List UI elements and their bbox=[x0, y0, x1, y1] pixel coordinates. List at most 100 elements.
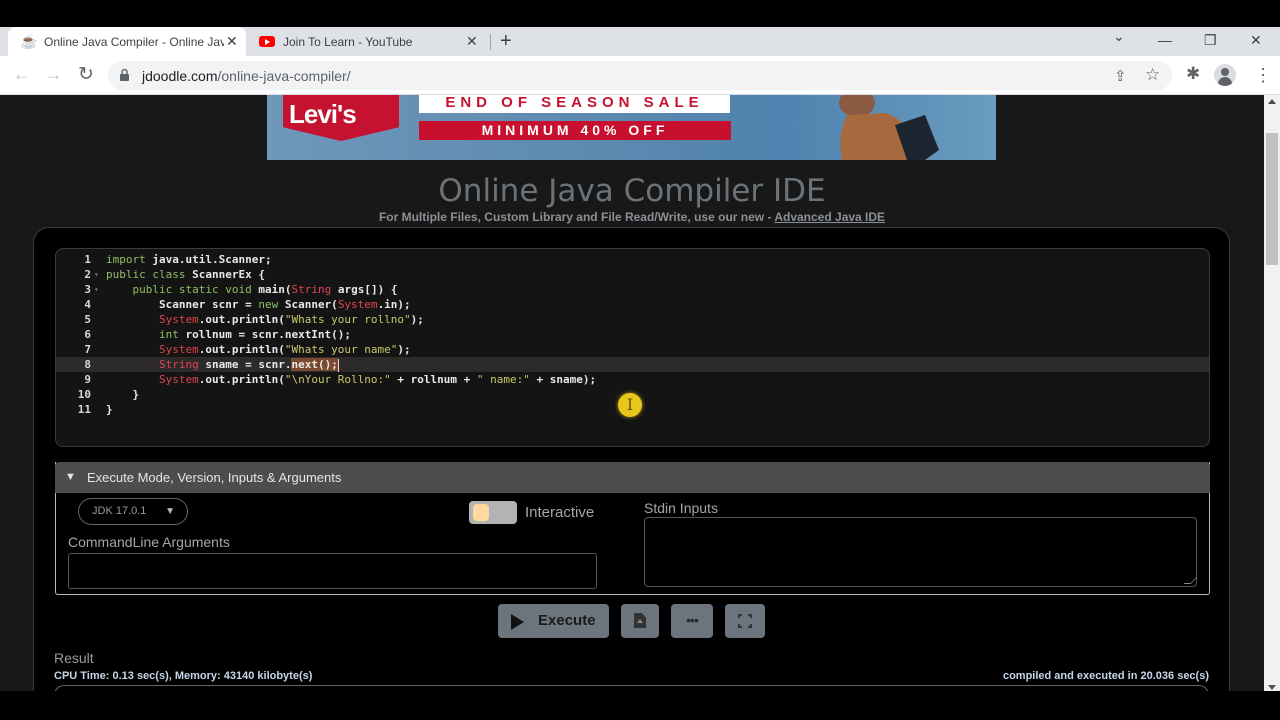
jdk-version-select[interactable]: JDK 17.0.1 ▼ bbox=[78, 498, 188, 525]
code-text: String sname = scnr.next(); bbox=[158, 358, 339, 372]
chevron-down-icon: ▼ bbox=[165, 506, 175, 517]
close-window-button[interactable]: ✕ bbox=[1250, 32, 1262, 49]
levis-ad-banner[interactable]: Levi's END OF SEASON SALE MINIMUM 40% OF… bbox=[267, 95, 996, 160]
code-line[interactable]: 7 System.out.println("Whats your name"); bbox=[56, 342, 1209, 357]
cpu-memory-stats: CPU Time: 0.13 sec(s), Memory: 43140 kil… bbox=[54, 670, 313, 682]
ad-headline: END OF SEASON SALE bbox=[419, 95, 730, 113]
restore-button[interactable]: ❐ bbox=[1204, 32, 1217, 49]
code-line[interactable]: 8 String sname = scnr.next(); bbox=[56, 357, 1209, 372]
levis-logo-text: Levi's bbox=[289, 99, 357, 129]
code-text: public class ScannerEx { bbox=[106, 268, 265, 281]
scroll-up-arrow-icon[interactable] bbox=[1268, 99, 1276, 104]
line-number: 4 bbox=[84, 298, 91, 311]
play-icon bbox=[511, 614, 524, 630]
line-number: 8 bbox=[84, 358, 91, 371]
execution-time: compiled and executed in 20.036 sec(s) bbox=[1002, 670, 1209, 682]
code-text: System.out.println("\nYour Rollno:" + ro… bbox=[158, 373, 597, 386]
code-line[interactable]: 9 System.out.println("\nYour Rollno:" + … bbox=[56, 372, 1209, 387]
minimize-button[interactable]: — bbox=[1158, 32, 1172, 48]
tab-title: Online Java Compiler - Online Jav bbox=[44, 34, 224, 49]
tab-search-icon[interactable]: ⌄ bbox=[1113, 28, 1125, 45]
url-path: /online-java-compiler/ bbox=[217, 68, 351, 84]
interactive-mode-toggle[interactable] bbox=[469, 501, 517, 524]
code-text: } bbox=[106, 388, 140, 401]
code-line[interactable]: 5 System.out.println("Whats your rollno"… bbox=[56, 312, 1209, 327]
scroll-down-arrow-icon[interactable] bbox=[1268, 685, 1276, 690]
line-number: 7 bbox=[84, 343, 91, 356]
fullscreen-button[interactable] bbox=[725, 604, 765, 638]
ad-model-image bbox=[839, 95, 939, 160]
close-tab-icon[interactable]: ✕ bbox=[226, 33, 238, 50]
commandline-arguments-input[interactable] bbox=[68, 553, 597, 589]
close-tab-icon[interactable]: ✕ bbox=[466, 33, 478, 50]
stdin-inputs-textarea[interactable] bbox=[644, 517, 1198, 587]
execute-options-title: Execute Mode, Version, Inputs & Argument… bbox=[87, 470, 342, 485]
code-line[interactable]: 3 ▾ public static void main(String args[]… bbox=[56, 282, 1209, 297]
more-options-button[interactable]: ••• bbox=[671, 604, 713, 638]
screen-bottom-border bbox=[0, 691, 1280, 720]
browser-menu-icon[interactable]: ⋮ bbox=[1254, 66, 1272, 84]
tab-jdoodle[interactable]: ☕ Online Java Compiler - Online Jav ✕ bbox=[8, 27, 246, 56]
url-domain: jdoodle.com bbox=[142, 68, 218, 84]
code-text: int rollnum = scnr.nextInt(); bbox=[158, 328, 352, 341]
execute-button[interactable]: Execute bbox=[498, 604, 609, 638]
code-text: public static void main(String args[]) { bbox=[132, 283, 398, 296]
profile-avatar[interactable] bbox=[1214, 64, 1236, 86]
url-text: jdoodle.com/online-java-compiler/ bbox=[142, 68, 351, 84]
code-line[interactable]: 4 Scanner scnr = new Scanner(System.in); bbox=[56, 297, 1209, 312]
line-number: 5 bbox=[84, 313, 91, 326]
tab-separator bbox=[490, 34, 491, 50]
stdin-inputs-label: Stdin Inputs bbox=[644, 500, 718, 516]
line-number: 6 bbox=[84, 328, 91, 341]
forward-button[interactable]: → bbox=[45, 65, 62, 85]
fullscreen-icon bbox=[738, 614, 752, 628]
execute-options-header[interactable]: ▼ Execute Mode, Version, Inputs & Argume… bbox=[55, 462, 1210, 493]
interactive-label: Interactive bbox=[525, 504, 595, 521]
ide-card: 1 import java.util.Scanner; 2 ▾ public class… bbox=[33, 227, 1230, 691]
new-tab-button[interactable]: + bbox=[500, 30, 512, 53]
line-number: 11 bbox=[77, 403, 91, 416]
back-button[interactable]: ← bbox=[13, 65, 30, 85]
tab-youtube[interactable]: Join To Learn - YouTube ✕ bbox=[250, 27, 488, 56]
fold-arrow-icon[interactable]: ▾ bbox=[94, 267, 99, 282]
line-number: 3 bbox=[84, 283, 91, 296]
browser-toolbar: ← → ↻ jdoodle.com/online-java-compiler/ … bbox=[0, 56, 1280, 95]
code-line[interactable]: 1 import java.util.Scanner; bbox=[56, 252, 1209, 267]
tab-title: Join To Learn - YouTube bbox=[283, 34, 413, 49]
ad-offer: MINIMUM 40% OFF bbox=[419, 121, 731, 140]
execute-options-panel: ▼ Execute Mode, Version, Inputs & Argume… bbox=[55, 462, 1210, 595]
mouse-cursor-highlight: I bbox=[618, 393, 642, 417]
line-number: 9 bbox=[84, 373, 91, 386]
line-number: 2 bbox=[84, 268, 91, 281]
commandline-arguments-label: CommandLine Arguments bbox=[68, 534, 230, 550]
execute-label: Execute bbox=[538, 612, 596, 629]
bookmark-star-icon[interactable]: ☆ bbox=[1145, 65, 1160, 85]
scrollbar-thumb[interactable] bbox=[1266, 133, 1278, 265]
subtitle-text: For Multiple Files, Custom Library and F… bbox=[378, 210, 775, 224]
share-icon[interactable]: ⇪ bbox=[1114, 67, 1127, 85]
screen-top-border bbox=[0, 0, 1280, 27]
extensions-puzzle-icon[interactable]: ✱ bbox=[1186, 64, 1200, 84]
resize-grip-icon[interactable] bbox=[1183, 577, 1198, 584]
avatar-body bbox=[1218, 77, 1232, 86]
reload-button[interactable]: ↻ bbox=[78, 63, 94, 86]
code-text: System.out.println("Whats your rollno"); bbox=[158, 313, 424, 326]
page-scrollbar[interactable] bbox=[1264, 95, 1280, 691]
upload-file-button[interactable] bbox=[621, 604, 659, 638]
address-bar[interactable]: jdoodle.com/online-java-compiler/ ⇪ ☆ bbox=[108, 61, 1172, 90]
jdoodle-coffee-icon: ☕ bbox=[20, 33, 38, 49]
code-editor[interactable]: 1 import java.util.Scanner; 2 ▾ public class… bbox=[55, 248, 1210, 447]
advanced-java-ide-link[interactable]: Advanced Java IDE bbox=[774, 210, 885, 224]
youtube-icon bbox=[259, 36, 275, 47]
result-label: Result bbox=[54, 650, 94, 666]
line-number: 1 bbox=[84, 253, 91, 266]
page-subtitle: For Multiple Files, Custom Library and F… bbox=[0, 210, 1264, 224]
code-line[interactable]: 2 ▾ public class ScannerEx { bbox=[56, 267, 1209, 282]
fold-arrow-icon[interactable]: ▾ bbox=[94, 282, 99, 297]
lock-icon bbox=[120, 69, 129, 81]
page-title: Online Java Compiler IDE bbox=[438, 173, 826, 209]
code-text: } bbox=[106, 403, 113, 416]
toggle-knob bbox=[473, 504, 489, 521]
browser-tab-strip: ☕ Online Java Compiler - Online Jav ✕ Jo… bbox=[0, 27, 1280, 56]
code-line[interactable]: 6 int rollnum = scnr.nextInt(); bbox=[56, 327, 1209, 342]
